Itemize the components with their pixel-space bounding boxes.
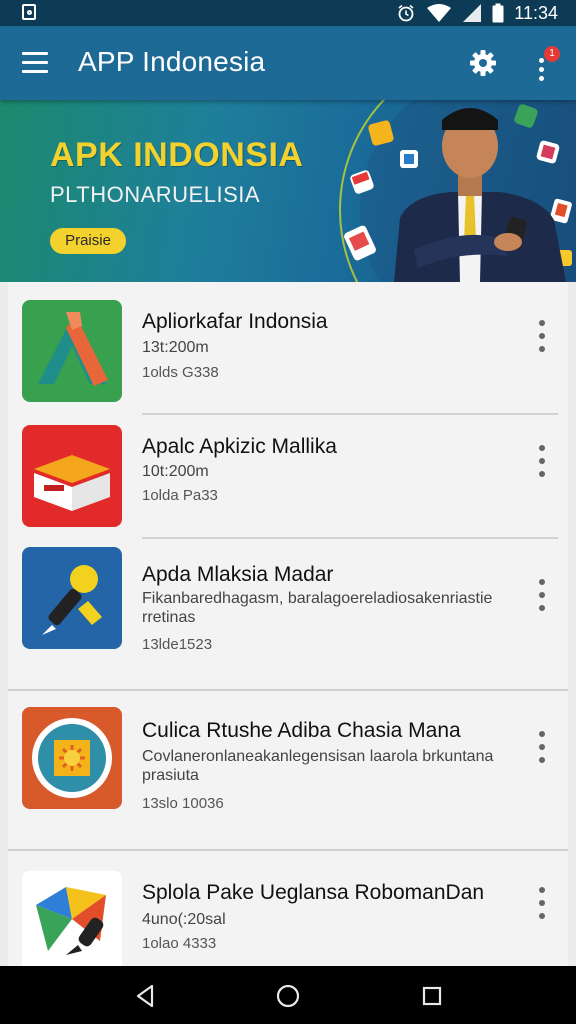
app-icon-microphone [22,547,122,649]
signal-icon [463,4,482,22]
app-icon-a [22,300,122,402]
navigation-bar [0,966,576,1024]
list-item[interactable]: Splola Pake Ueglansa RobomanDan 4uno(:20… [8,851,568,966]
list-item[interactable]: Apalc Apkizic Mallika 10t:200m 1olda Pa3… [8,415,568,539]
app-title: Apda Mlaksia Madar [142,563,334,586]
notification-badge: 1 [544,46,560,62]
more-options-icon[interactable] [536,731,548,763]
app-subtitle: 10t:200m [142,463,209,480]
more-options-icon[interactable] [536,887,548,919]
app-meta: 13lde1523 [142,636,213,653]
app-list: Apliorkafar Indonsia 13t:200m 1olds G338… [8,282,568,966]
app-title: APP Indonesia [78,46,266,77]
alarm-icon [398,4,414,22]
list-item[interactable]: Apda Mlaksia Madar Fikanbaredhagasm, bar… [8,539,568,689]
app-subtitle: Covlaneronlaneakanlegensisan laarola brk… [142,748,494,784]
back-icon[interactable] [132,982,160,1010]
app-subtitle: 13t:200m [142,339,209,356]
app-meta: 1olao 4333 [142,935,217,952]
recents-icon[interactable] [418,982,446,1010]
status-icons: 11:34 [396,0,558,26]
status-time: 11:34 [514,2,558,23]
app-bar: APP Indonesia 1 [0,26,576,100]
app-title: Apalc Apkizic Mallika [142,435,337,458]
battery-icon [492,3,504,23]
more-options-icon[interactable] [536,320,548,352]
home-icon[interactable] [274,982,302,1010]
wifi-icon [427,4,452,22]
overflow-icon[interactable]: 1 [530,46,560,82]
app-subtitle: 4uno(:20sal [142,911,226,928]
app-title: Culica Rtushe Adiba Chasia Mana [142,719,461,742]
app-icon-sun [22,707,122,809]
banner-subtitle: PLTHONARUELISIA [50,182,261,207]
app-subtitle: Fikanbaredhagasm, baralagoereladiosakenr… [142,590,493,626]
app-title: Splola Pake Ueglansa RobomanDan [142,881,485,904]
app-meta: 1olda Pa33 [142,487,218,504]
menu-icon[interactable] [22,52,48,74]
promo-banner[interactable]: APK INDONSIA PLTHONARUELISIA Praisie [0,100,576,282]
app-meta: 13slo 10036 [142,795,224,812]
banner-illustration [339,100,576,282]
list-item[interactable]: Culica Rtushe Adiba Chasia Mana Covlaner… [8,691,568,849]
settings-icon[interactable] [468,48,498,78]
banner-title: APK INDONSIA [50,136,304,174]
app-title: Apliorkafar Indonsia [142,310,328,333]
status-bar: 11:34 [0,0,576,26]
gallery-icon [22,4,36,20]
app-icon-box [22,425,122,527]
app-icon-colorful [22,871,122,966]
banner-button[interactable]: Praisie [50,228,126,254]
app-meta: 1olds G338 [142,364,219,381]
more-options-icon[interactable] [536,579,548,611]
more-options-icon[interactable] [536,445,548,477]
list-item[interactable]: Apliorkafar Indonsia 13t:200m 1olds G338 [8,282,568,415]
